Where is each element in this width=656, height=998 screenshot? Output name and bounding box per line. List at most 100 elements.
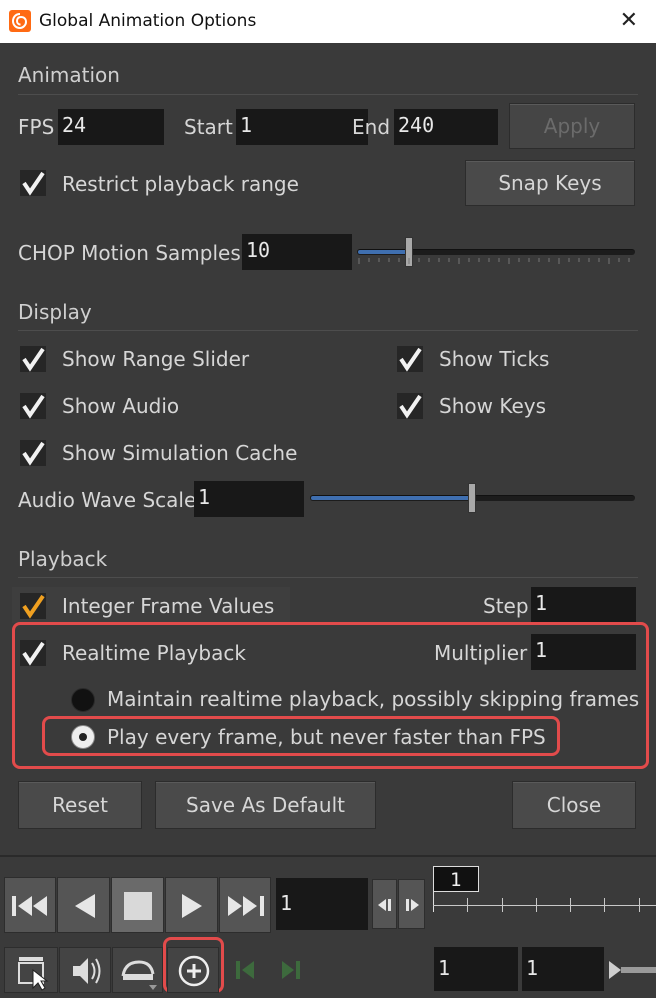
reset-button[interactable]: Reset [18, 781, 142, 829]
timeline-tick [502, 898, 503, 912]
restrict-playback-checkbox[interactable] [20, 170, 46, 196]
chop-samples-slider-fill [358, 250, 408, 254]
next-key-button[interactable] [270, 950, 310, 990]
jump-to-start-button[interactable] [4, 877, 56, 933]
add-keyframe-button[interactable] [167, 947, 219, 993]
next-key-icon [282, 961, 300, 979]
stop-button[interactable] [111, 877, 164, 933]
step-forward-button[interactable] [398, 879, 425, 929]
restrict-playback-label: Restrict playback range [62, 172, 299, 196]
plus-circle-icon [178, 955, 210, 987]
show-simulation-cache-label: Show Simulation Cache [62, 441, 298, 465]
realtime-playback-label: Realtime Playback [62, 641, 246, 665]
playbar-divider [0, 855, 656, 857]
radio-skip-frames-label: Maintain realtime playback, possibly ski… [107, 687, 640, 711]
save-as-default-button[interactable]: Save As Default [155, 781, 376, 829]
houdini-logo-icon [9, 10, 31, 32]
realtime-playback-checkbox[interactable] [20, 640, 46, 666]
audio-wave-scale-label: Audio Wave Scale [18, 488, 197, 512]
end-field[interactable]: 240 [394, 109, 498, 145]
timeline-cursor [433, 892, 434, 912]
display-options-icon [18, 957, 49, 991]
step-label: Step [483, 594, 529, 618]
check-mark-icon [22, 441, 45, 466]
start-label: Start [184, 115, 233, 139]
timeline-tick [639, 898, 640, 912]
integer-frame-values-checkbox[interactable] [20, 593, 46, 619]
check-mark-icon [22, 641, 45, 666]
fps-label: FPS [18, 115, 55, 139]
playbar-menu-button[interactable] [4, 947, 58, 993]
close-button[interactable]: Close [512, 781, 636, 829]
check-mark-icon [22, 347, 45, 372]
keyframe-mode-button[interactable] [112, 947, 163, 993]
multiplier-field[interactable]: 1 [531, 634, 636, 670]
audio-wave-slider-handle[interactable] [468, 483, 476, 513]
check-mark-icon [22, 594, 45, 619]
audio-wave-scale-field[interactable]: 1 [194, 481, 304, 517]
show-keys-label: Show Keys [439, 394, 547, 418]
audio-wave-slider-fill [311, 496, 471, 500]
apply-button[interactable]: Apply [509, 103, 635, 149]
step-back-icon [378, 899, 391, 911]
fps-field[interactable]: 24 [58, 109, 164, 145]
close-window-icon[interactable]: ✕ [620, 8, 638, 33]
play-reverse-button[interactable] [57, 877, 110, 933]
start-field[interactable]: 1 [236, 109, 368, 145]
chop-slider-ticks [358, 258, 630, 264]
range-slider-arrow-icon [609, 961, 656, 979]
step-back-button[interactable] [372, 879, 397, 929]
play-forward-icon [182, 894, 202, 918]
show-simulation-cache-checkbox[interactable] [20, 440, 46, 466]
check-mark-icon [22, 171, 45, 196]
chop-motion-samples-label: CHOP Motion Samples [18, 241, 241, 265]
jump-to-end-icon [228, 896, 264, 916]
audio-button[interactable] [59, 947, 111, 993]
section-title-playback: Playback [18, 547, 108, 571]
timeline-tick [536, 898, 537, 912]
show-keys-checkbox[interactable] [397, 393, 423, 419]
check-mark-icon [22, 394, 45, 419]
title-bar: Global Animation Options ✕ [0, 0, 656, 43]
timeline-frame-marker[interactable]: 1 [433, 866, 479, 892]
section-divider [18, 577, 638, 578]
integer-frame-values-label: Integer Frame Values [62, 594, 275, 618]
check-mark-icon [399, 394, 422, 419]
previous-key-button[interactable] [226, 950, 266, 990]
show-audio-label: Show Audio [62, 394, 180, 418]
show-ticks-label: Show Ticks [439, 347, 550, 371]
step-forward-icon [406, 899, 419, 911]
window-title: Global Animation Options [39, 11, 257, 31]
play-forward-button[interactable] [165, 877, 218, 933]
scope-icon [121, 960, 157, 990]
timeline-tick [467, 898, 468, 912]
section-divider [18, 330, 638, 331]
timeline-tick [570, 898, 571, 912]
jump-to-end-button[interactable] [219, 877, 271, 933]
show-range-slider-checkbox[interactable] [20, 346, 46, 372]
show-range-slider-label: Show Range Slider [62, 347, 250, 371]
current-frame-field[interactable]: 1 [276, 878, 368, 930]
section-title-display: Display [18, 300, 92, 324]
range-end-field[interactable]: 1 [522, 947, 604, 991]
radio-play-every-frame-label: Play every frame, but never faster than … [107, 725, 546, 749]
step-field[interactable]: 1 [531, 587, 636, 623]
range-start-field[interactable]: 1 [434, 947, 518, 991]
radio-play-every-frame[interactable] [71, 725, 95, 749]
end-label: End [352, 115, 391, 139]
play-reverse-icon [75, 894, 95, 918]
timeline-tick [604, 898, 605, 912]
timeline-marker-label: 1 [450, 869, 462, 891]
range-slider[interactable] [607, 955, 656, 985]
show-ticks-checkbox[interactable] [397, 346, 423, 372]
show-audio-checkbox[interactable] [20, 393, 46, 419]
check-mark-icon [399, 347, 422, 372]
chop-motion-samples-field[interactable]: 10 [242, 234, 352, 270]
snap-keys-button[interactable]: Snap Keys [465, 160, 635, 206]
multiplier-label: Multiplier [434, 641, 528, 665]
stop-icon [124, 892, 152, 920]
radio-skip-frames[interactable] [71, 688, 95, 712]
previous-key-icon [236, 961, 254, 979]
section-divider [18, 94, 638, 95]
speaker-icon [73, 958, 101, 984]
